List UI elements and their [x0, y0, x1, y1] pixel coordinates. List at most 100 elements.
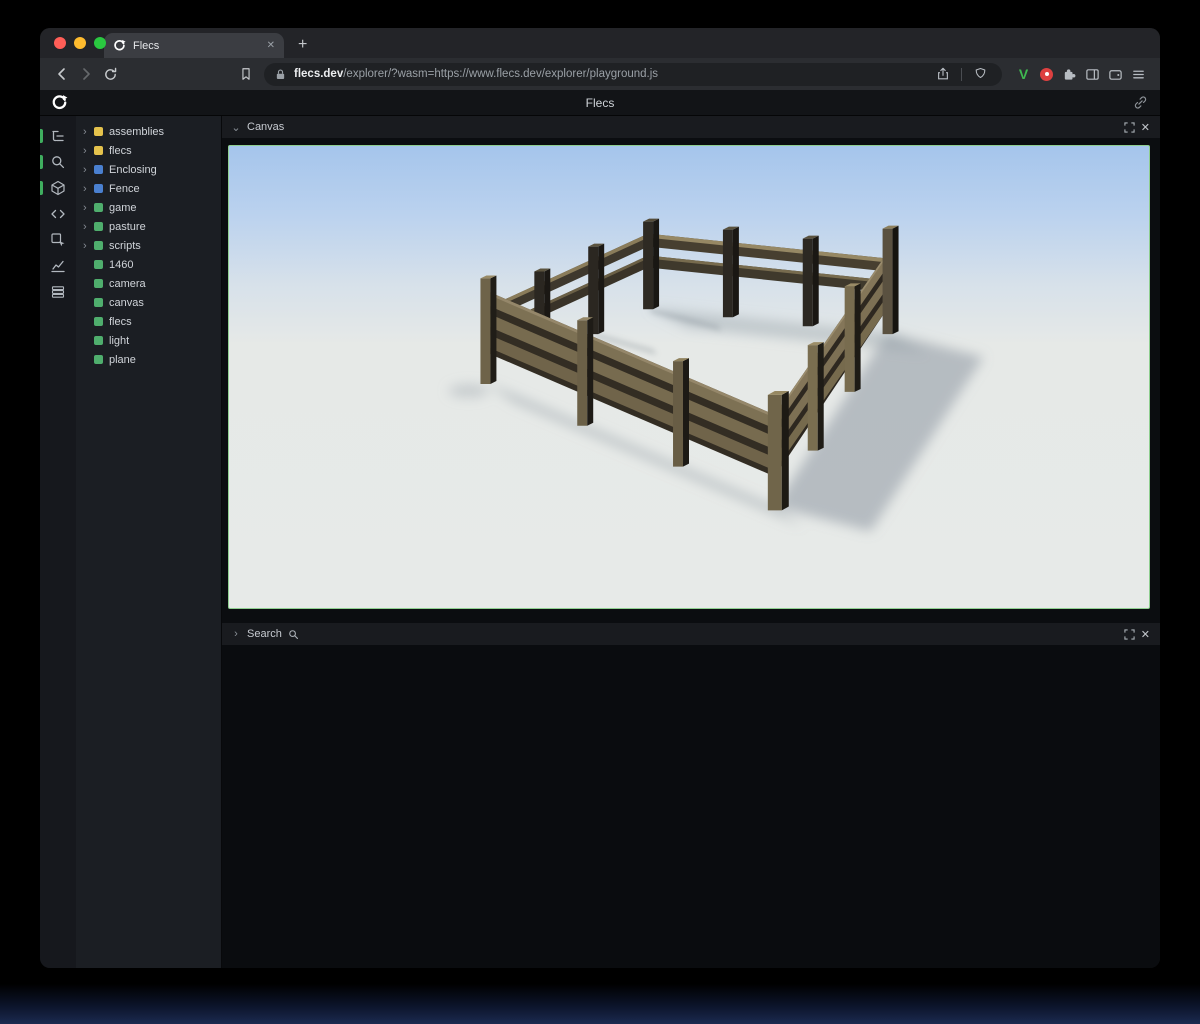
entity-kind-swatch	[94, 241, 103, 250]
entity-label: pasture	[109, 221, 146, 233]
entity-kind-swatch	[94, 336, 103, 345]
entity-kind-swatch	[94, 146, 103, 155]
search-panel-body	[222, 645, 1160, 968]
wallet-icon[interactable]	[1104, 63, 1127, 85]
entity-label: game	[109, 202, 137, 214]
entity-label: assemblies	[109, 126, 164, 138]
search-panel-magnifier-icon	[288, 629, 299, 640]
window-controls	[54, 37, 106, 49]
canvas-cube-icon[interactable]	[40, 175, 76, 201]
app-title: Flecs	[40, 96, 1160, 110]
browser-tab-flecs[interactable]: Flecs ✕	[104, 33, 284, 58]
entity-kind-swatch	[94, 279, 103, 288]
side-toolbar	[40, 116, 76, 968]
entity-kind-swatch	[94, 165, 103, 174]
search-expand-icon[interactable]	[1124, 629, 1135, 640]
code-icon[interactable]	[40, 201, 76, 227]
entity-label: camera	[109, 278, 146, 290]
tree-item-scripts[interactable]: › scripts	[76, 236, 221, 255]
entity-tree-icon[interactable]	[40, 123, 76, 149]
tree-item-assemblies[interactable]: › assemblies	[76, 122, 221, 141]
entity-label: plane	[109, 354, 136, 366]
tree-item-Fence[interactable]: › Fence	[76, 179, 221, 198]
fence-3d-scene	[229, 146, 1149, 608]
entity-label: scripts	[109, 240, 141, 252]
tree-item-1460[interactable]: 1460	[76, 255, 221, 274]
lock-icon	[274, 68, 287, 81]
canvas-expand-icon[interactable]	[1124, 122, 1135, 133]
toolbar-separator	[961, 68, 962, 81]
canvas-collapse-chevron-icon[interactable]: ⌄	[231, 121, 241, 134]
entity-label: Enclosing	[109, 164, 157, 176]
share-icon[interactable]	[931, 63, 954, 85]
browser-toolbar: flecs.dev/explorer/?wasm=https://www.fle…	[40, 58, 1160, 90]
tab-favicon-flecs-logo	[113, 39, 126, 52]
search-icon[interactable]	[40, 149, 76, 175]
expand-chevron-icon[interactable]: ›	[83, 183, 92, 195]
entity-label: light	[109, 335, 129, 347]
zoom-window-button[interactable]	[94, 37, 106, 49]
search-close-icon[interactable]: ✕	[1141, 628, 1150, 641]
expand-chevron-icon[interactable]: ›	[83, 202, 92, 214]
expand-chevron-icon[interactable]: ›	[83, 240, 92, 252]
red-extension-icon[interactable]	[1035, 63, 1058, 85]
entity-tree: ›assemblies›flecs›Enclosing›Fence›game›p…	[76, 116, 222, 968]
canvas-close-icon[interactable]: ✕	[1141, 121, 1150, 134]
menu-icon[interactable]	[1127, 63, 1150, 85]
minimize-window-button[interactable]	[74, 37, 86, 49]
entity-kind-swatch	[94, 260, 103, 269]
v-extension-icon[interactable]: V	[1012, 63, 1035, 85]
extensions-puzzle-icon[interactable]	[1058, 63, 1081, 85]
url-domain: flecs.dev	[294, 68, 343, 80]
link-icon[interactable]	[1133, 95, 1148, 110]
back-button[interactable]	[50, 62, 74, 86]
entity-kind-swatch	[94, 355, 103, 364]
canvas-viewport[interactable]	[228, 145, 1150, 609]
search-panel-title: Search	[247, 628, 282, 640]
flecs-logo-icon[interactable]	[51, 94, 68, 111]
tree-item-game[interactable]: › game	[76, 198, 221, 217]
sidebar-icon[interactable]	[1081, 63, 1104, 85]
bookmark-icon[interactable]	[234, 62, 258, 86]
entity-label: flecs	[109, 316, 132, 328]
brave-shield-icon[interactable]	[969, 63, 992, 85]
canvas-panel-header: ⌄ Canvas ✕	[222, 116, 1160, 138]
expand-chevron-icon[interactable]: ›	[83, 221, 92, 233]
browser-window: Flecs ✕ + flecs.dev/explorer/?wasm=https…	[40, 28, 1160, 968]
tab-close-icon[interactable]: ✕	[267, 40, 275, 51]
new-tab-button[interactable]: +	[298, 37, 307, 53]
tree-item-flecs[interactable]: flecs	[76, 312, 221, 331]
inspector-icon[interactable]	[40, 227, 76, 253]
content-area: ⌄ Canvas ✕	[222, 116, 1160, 968]
entity-kind-swatch	[94, 222, 103, 231]
entity-kind-swatch	[94, 298, 103, 307]
tree-item-canvas[interactable]: canvas	[76, 293, 221, 312]
entity-kind-swatch	[94, 184, 103, 193]
browser-tab-strip: Flecs ✕ +	[40, 28, 1160, 58]
url-bar[interactable]: flecs.dev/explorer/?wasm=https://www.fle…	[264, 63, 1002, 86]
forward-button[interactable]	[74, 62, 98, 86]
entity-kind-swatch	[94, 203, 103, 212]
search-collapse-chevron-icon[interactable]: ›	[231, 628, 241, 640]
entity-kind-swatch	[94, 127, 103, 136]
tables-icon[interactable]	[40, 279, 76, 305]
desktop-background-strip	[0, 984, 1200, 1024]
app-header: Flecs	[40, 90, 1160, 116]
url-path: /explorer/?wasm=https://www.flecs.dev/ex…	[343, 68, 658, 80]
reload-button[interactable]	[98, 62, 122, 86]
tree-item-light[interactable]: light	[76, 331, 221, 350]
search-panel-header: › Search ✕	[222, 623, 1160, 645]
tree-item-camera[interactable]: camera	[76, 274, 221, 293]
tree-item-pasture[interactable]: › pasture	[76, 217, 221, 236]
tree-item-flecs[interactable]: ›flecs	[76, 141, 221, 160]
expand-chevron-icon[interactable]: ›	[83, 145, 92, 157]
entity-label: Fence	[109, 183, 140, 195]
tree-item-plane[interactable]: plane	[76, 350, 221, 369]
expand-chevron-icon[interactable]: ›	[83, 126, 92, 138]
url-text: flecs.dev/explorer/?wasm=https://www.fle…	[294, 68, 924, 80]
close-window-button[interactable]	[54, 37, 66, 49]
tree-item-Enclosing[interactable]: › Enclosing	[76, 160, 221, 179]
entity-label: 1460	[109, 259, 133, 271]
expand-chevron-icon[interactable]: ›	[83, 164, 92, 176]
stats-icon[interactable]	[40, 253, 76, 279]
